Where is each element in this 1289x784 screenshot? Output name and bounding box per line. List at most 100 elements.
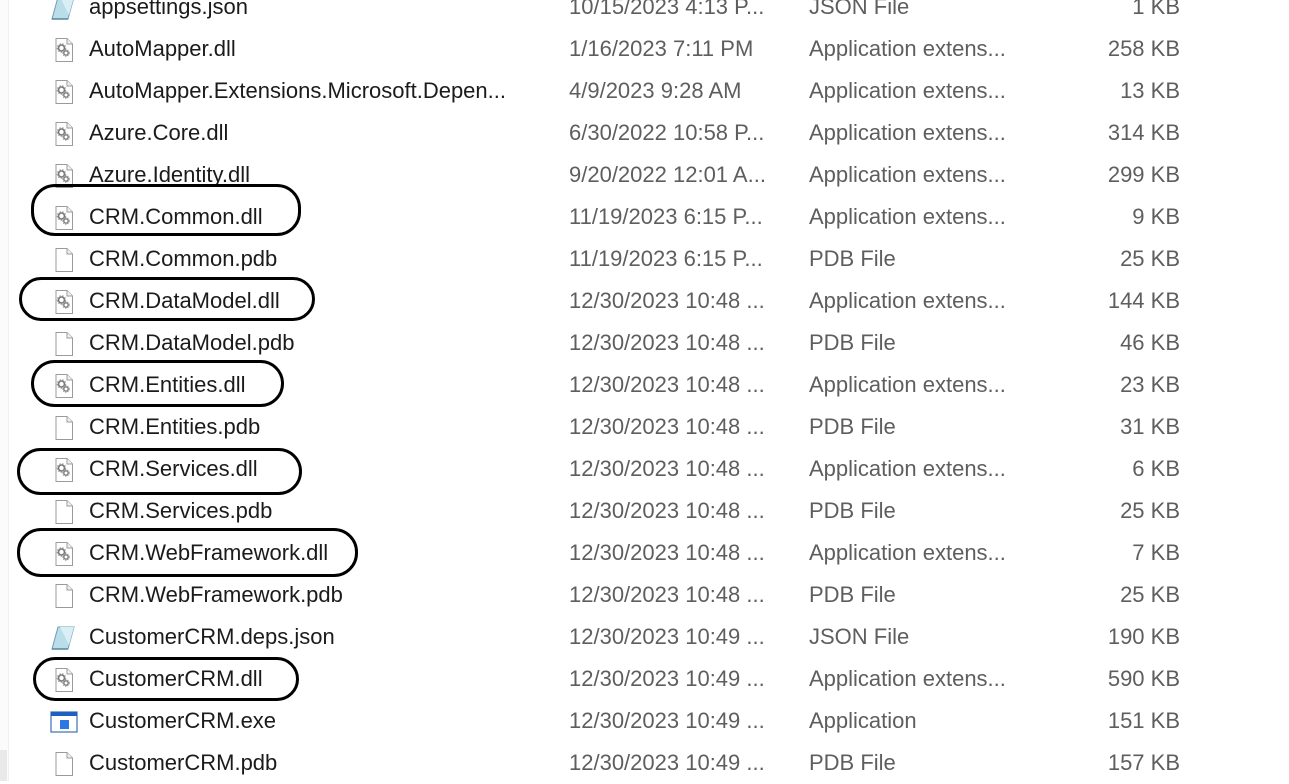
blank-file-icon [51,499,77,525]
file-name: CRM.Entities.pdb [89,414,261,439]
file-name: CRM.Entities.dll [89,372,246,397]
file-type: PDB File [809,582,896,607]
blank-file-icon [51,415,77,441]
file-type: Application extens... [809,204,1006,229]
file-size: 23 KB [1120,372,1180,397]
file-row[interactable]: CustomerCRM.pdb 12/30/2023 10:49 ... PDB F… [0,742,1289,784]
file-name: CRM.Common.pdb [89,246,278,271]
file-name: CustomerCRM.pdb [89,750,278,775]
file-row[interactable]: CustomerCRM.exe 12/30/2023 10:49 ... Appli… [0,700,1289,742]
file-date-modified: 1/16/2023 7:11 PM [569,36,754,61]
exe-file-icon [49,709,78,735]
file-row[interactable]: CRM.Entities.dll 12/30/2023 10:48 ... Appl… [0,364,1289,406]
blank-file-icon [51,331,77,357]
file-size: 13 KB [1120,78,1180,103]
file-row[interactable]: Azure.Core.dll 6/30/2022 10:58 P... Applic… [0,112,1289,154]
file-type: Application extens... [809,78,1006,103]
file-row[interactable]: CRM.WebFramework.dll 12/30/2023 10:48 ...… [0,532,1289,574]
file-size: 144 KB [1107,288,1180,313]
file-size: 6 KB [1132,456,1180,481]
file-row[interactable]: CustomerCRM.deps.json 12/30/2023 10:49 ..… [0,616,1289,658]
file-size: 1 KB [1132,0,1180,19]
file-row[interactable]: CRM.Services.dll 12/30/2023 10:48 ... Appl… [0,448,1289,490]
dll-file-icon [51,457,77,483]
file-row[interactable]: appsettings.json 10/15/2023 4:13 P... JSON… [0,0,1289,28]
blank-file-icon [51,247,77,273]
file-name: CRM.Services.dll [89,456,258,481]
file-row[interactable]: CRM.DataModel.pdb 12/30/2023 10:48 ... PDB… [0,322,1289,364]
file-type: PDB File [809,750,896,775]
file-size: 9 KB [1132,204,1180,229]
file-name: Azure.Core.dll [89,120,229,145]
file-type: Application extens... [809,540,1006,565]
file-type: Application extens... [809,288,1006,313]
dll-file-icon [51,541,77,567]
dll-file-icon [51,37,77,63]
file-type: JSON File [809,624,910,649]
file-size: 590 KB [1107,666,1180,691]
file-date-modified: 11/19/2023 6:15 P... [569,246,763,271]
blank-file-icon [51,583,77,609]
file-date-modified: 12/30/2023 10:48 ... [569,330,765,355]
file-row[interactable]: CustomerCRM.dll 12/30/2023 10:49 ... Appli… [0,658,1289,700]
file-size: 25 KB [1120,498,1180,523]
file-name: AutoMapper.Extensions.Microsoft.Depen... [89,78,506,103]
file-date-modified: 4/9/2023 9:28 AM [569,78,742,103]
file-name: CustomerCRM.deps.json [89,624,335,649]
file-row[interactable]: CRM.WebFramework.pdb 12/30/2023 10:48 ...… [0,574,1289,616]
file-name: AutoMapper.dll [89,36,236,61]
json-file-icon [49,0,75,21]
file-row[interactable]: CRM.Common.pdb 11/19/2023 6:15 P... PDB Fi… [0,238,1289,280]
file-row[interactable]: CRM.Services.pdb 12/30/2023 10:48 ... PDB … [0,490,1289,532]
file-type: Application extens... [809,162,1006,187]
file-type: Application extens... [809,372,1006,397]
file-size: 314 KB [1107,120,1180,145]
file-row[interactable]: CRM.Common.dll 11/19/2023 6:15 P... Applic… [0,196,1289,238]
file-type: JSON File [809,0,910,19]
file-size: 299 KB [1107,162,1180,187]
file-type: Application extens... [809,456,1006,481]
file-size: 190 KB [1107,624,1180,649]
file-type: Application extens... [809,120,1006,145]
blank-file-icon [51,751,77,777]
file-size: 258 KB [1107,36,1180,61]
dll-file-icon [51,289,77,315]
file-size: 31 KB [1120,414,1180,439]
file-date-modified: 9/20/2022 12:01 A... [569,162,766,187]
file-size: 7 KB [1132,540,1180,565]
file-date-modified: 12/30/2023 10:49 ... [569,666,765,691]
file-size: 25 KB [1120,582,1180,607]
file-row[interactable]: CRM.DataModel.dll 12/30/2023 10:48 ... App… [0,280,1289,322]
file-type: Application extens... [809,666,1006,691]
file-type: Application [809,708,917,733]
file-date-modified: 12/30/2023 10:49 ... [569,750,765,775]
file-name: CRM.DataModel.dll [89,288,280,313]
file-name: Azure.Identity.dll [89,162,251,187]
file-list: appsettings.json 10/15/2023 4:13 P... JSON… [0,0,1289,781]
file-size: 157 KB [1107,750,1180,775]
file-date-modified: 11/19/2023 6:15 P... [569,204,763,229]
file-name: CRM.WebFramework.dll [89,540,329,565]
file-row[interactable]: CRM.Entities.pdb 12/30/2023 10:48 ... PDB … [0,406,1289,448]
file-date-modified: 12/30/2023 10:48 ... [569,372,765,397]
file-type: PDB File [809,330,896,355]
file-date-modified: 6/30/2022 10:58 P... [569,120,765,145]
file-date-modified: 12/30/2023 10:48 ... [569,288,765,313]
file-type: Application extens... [809,36,1006,61]
dll-file-icon [51,373,77,399]
file-row[interactable]: AutoMapper.dll 1/16/2023 7:11 PM Applicati… [0,28,1289,70]
file-name: CustomerCRM.exe [89,708,277,733]
file-date-modified: 10/15/2023 4:13 P... [569,0,765,19]
file-name: CRM.Common.dll [89,204,263,229]
file-row[interactable]: Azure.Identity.dll 9/20/2022 12:01 A... Ap… [0,154,1289,196]
file-name: CRM.DataModel.pdb [89,330,295,355]
file-date-modified: 12/30/2023 10:49 ... [569,708,765,733]
file-name: appsettings.json [89,0,248,19]
file-date-modified: 12/30/2023 10:48 ... [569,498,765,523]
file-date-modified: 12/30/2023 10:48 ... [569,582,765,607]
file-row[interactable]: AutoMapper.Extensions.Microsoft.Depen...… [0,70,1289,112]
file-size: 151 KB [1107,708,1180,733]
dll-file-icon [51,163,77,189]
file-name: CRM.WebFramework.pdb [89,582,343,607]
dll-file-icon [51,205,77,231]
